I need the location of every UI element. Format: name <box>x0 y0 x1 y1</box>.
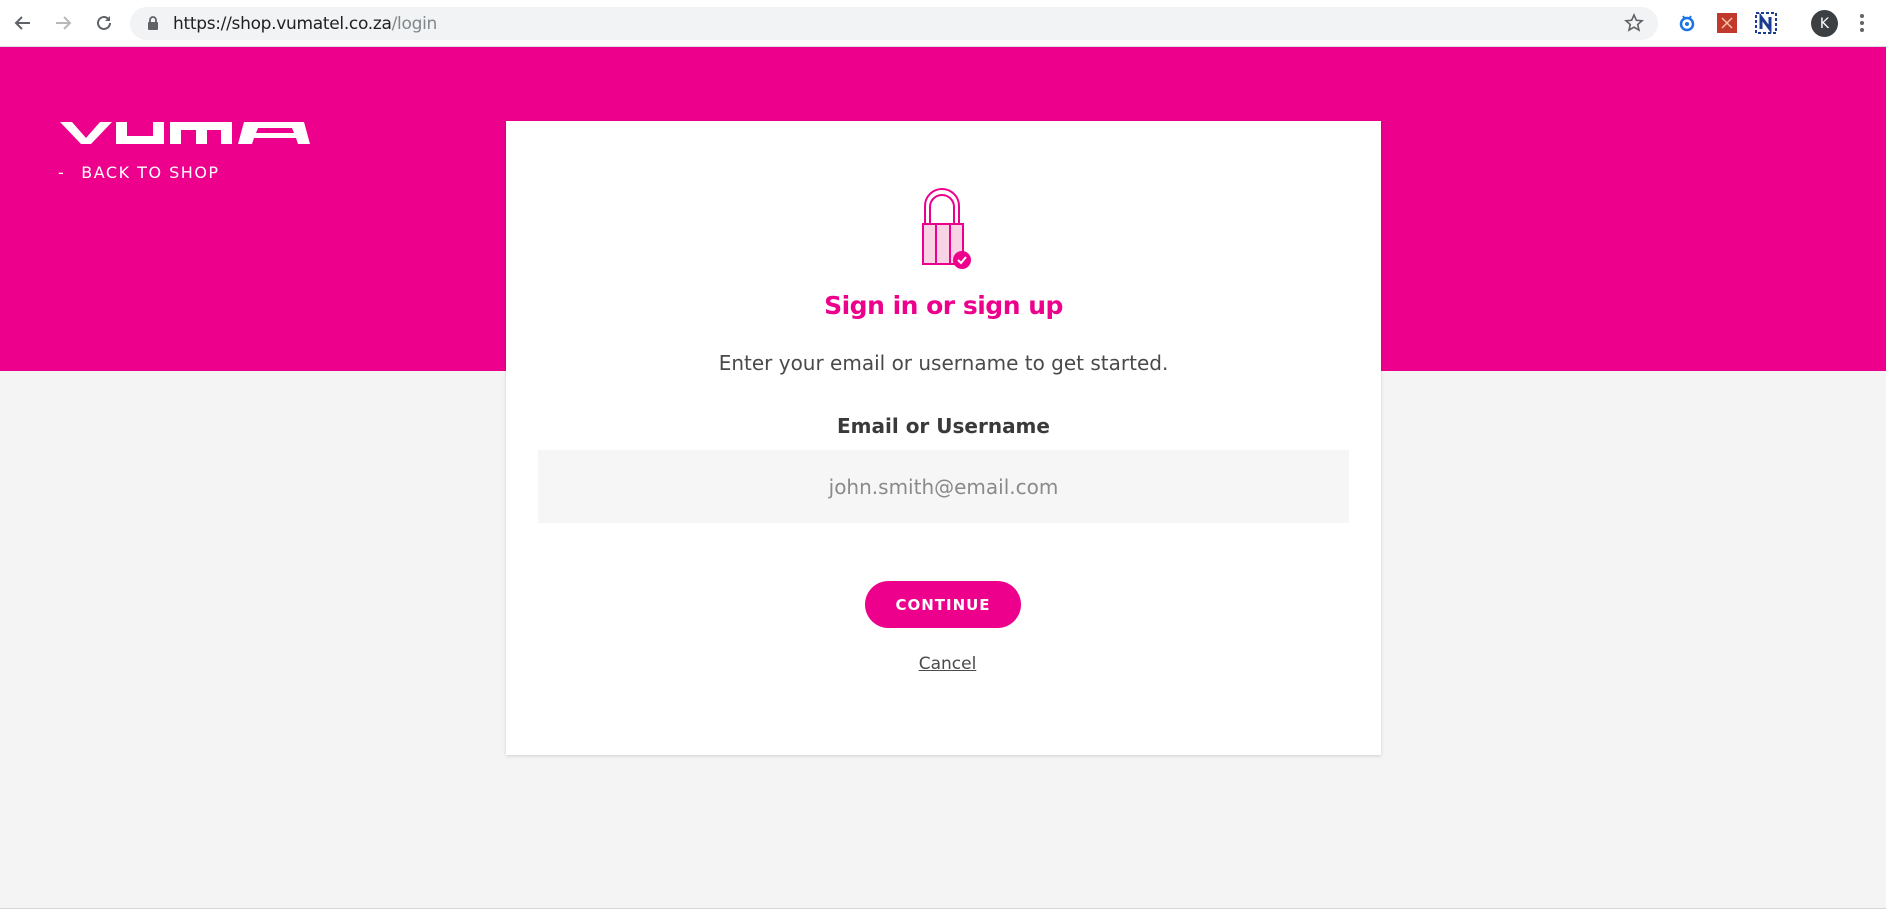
avatar-initial: K <box>1819 15 1830 32</box>
url-host: https://shop.vumatel.co.za <box>173 14 392 34</box>
cancel-wrapper: Cancel <box>506 654 1381 674</box>
page-title: Sign in or sign up <box>824 291 1063 320</box>
address-bar[interactable]: https://shop.vumatel.co.za/login <box>130 7 1658 40</box>
forward-arrow-icon[interactable] <box>48 8 78 38</box>
lock-icon <box>147 16 159 36</box>
back-dash: - <box>58 163 66 182</box>
extension-icon[interactable] <box>1715 11 1739 35</box>
email-field[interactable] <box>538 450 1349 523</box>
back-to-shop-label: BACK TO SHOP <box>81 163 220 182</box>
continue-button[interactable]: CONTINUE <box>865 581 1021 628</box>
back-to-shop-link[interactable]: - BACK TO SHOP <box>58 163 220 182</box>
url-text: https://shop.vumatel.co.za/login <box>173 14 437 34</box>
vuma-logo[interactable] <box>60 120 310 151</box>
padlock-icon <box>913 186 975 276</box>
back-arrow-icon[interactable] <box>8 8 38 38</box>
url-path: /login <box>391 14 438 34</box>
cancel-link[interactable]: Cancel <box>919 654 977 674</box>
avatar[interactable]: K <box>1811 10 1838 37</box>
browser-toolbar: https://shop.vumatel.co.za/login K <box>0 0 1886 47</box>
extension-icon[interactable] <box>1675 11 1699 35</box>
star-icon[interactable] <box>1624 13 1644 38</box>
page-subtitle: Enter your email or username to get star… <box>718 351 1169 375</box>
extension-icon[interactable] <box>1754 11 1778 35</box>
email-field-label: Email or Username <box>837 414 1050 438</box>
reload-icon[interactable] <box>89 8 119 38</box>
login-card: Sign in or sign up Enter your email or u… <box>506 121 1381 755</box>
menu-icon[interactable] <box>1856 12 1868 34</box>
